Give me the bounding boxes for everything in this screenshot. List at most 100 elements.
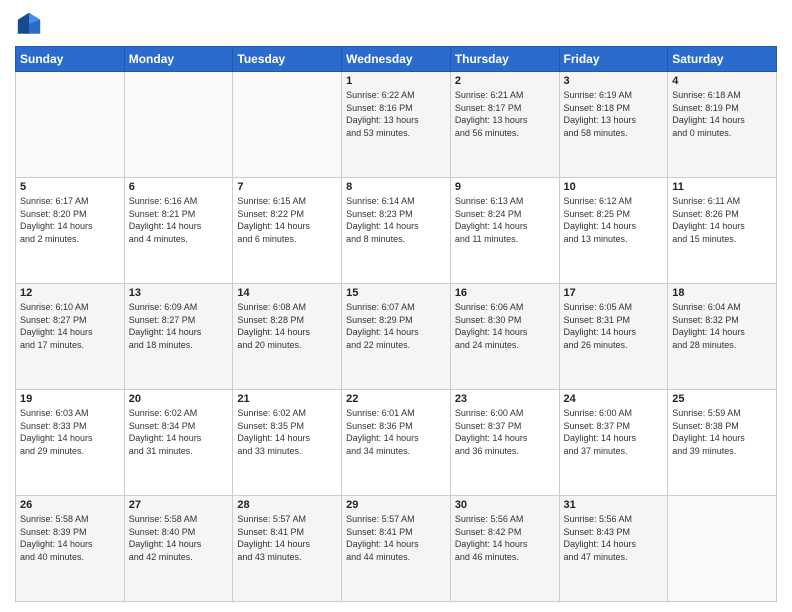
- logo-icon: [15, 10, 43, 38]
- day-number: 6: [129, 181, 229, 193]
- calendar-cell: [233, 72, 342, 178]
- calendar-cell: 29 Sunrise: 5:57 AMSunset: 8:41 PMDayligh…: [342, 496, 451, 602]
- day-info: Sunrise: 6:09 AMSunset: 8:27 PMDaylight:…: [129, 301, 229, 351]
- day-number: 3: [564, 75, 664, 87]
- day-number: 17: [564, 287, 664, 299]
- day-info: Sunrise: 6:06 AMSunset: 8:30 PMDaylight:…: [455, 301, 555, 351]
- calendar-header-sunday: Sunday: [16, 47, 125, 72]
- day-info: Sunrise: 6:22 AMSunset: 8:16 PMDaylight:…: [346, 89, 446, 139]
- day-info: Sunrise: 5:56 AMSunset: 8:43 PMDaylight:…: [564, 513, 664, 563]
- day-number: 19: [20, 393, 120, 405]
- day-number: 16: [455, 287, 555, 299]
- day-info: Sunrise: 5:57 AMSunset: 8:41 PMDaylight:…: [237, 513, 337, 563]
- day-number: 20: [129, 393, 229, 405]
- day-number: 12: [20, 287, 120, 299]
- day-info: Sunrise: 6:00 AMSunset: 8:37 PMDaylight:…: [455, 407, 555, 457]
- calendar-week-0: 1 Sunrise: 6:22 AMSunset: 8:16 PMDaylight…: [16, 72, 777, 178]
- logo: [15, 10, 47, 38]
- day-info: Sunrise: 6:02 AMSunset: 8:34 PMDaylight:…: [129, 407, 229, 457]
- calendar-header-monday: Monday: [124, 47, 233, 72]
- day-number: 27: [129, 499, 229, 511]
- calendar-header-thursday: Thursday: [450, 47, 559, 72]
- calendar-cell: 10 Sunrise: 6:12 AMSunset: 8:25 PMDayligh…: [559, 178, 668, 284]
- calendar-cell: 30Sunrise: 5:56 AMSunset: 8:42 PMDayligh…: [450, 496, 559, 602]
- calendar-cell: 25 Sunrise: 5:59 AMSunset: 8:38 PMDayligh…: [668, 390, 777, 496]
- calendar-cell: 15 Sunrise: 6:07 AMSunset: 8:29 PMDayligh…: [342, 284, 451, 390]
- calendar-week-3: 19 Sunrise: 6:03 AMSunset: 8:33 PMDayligh…: [16, 390, 777, 496]
- day-info: Sunrise: 5:57 AMSunset: 8:41 PMDaylight:…: [346, 513, 446, 563]
- day-number: 9: [455, 181, 555, 193]
- day-number: 26: [20, 499, 120, 511]
- calendar-cell: 7 Sunrise: 6:15 AMSunset: 8:22 PMDaylight…: [233, 178, 342, 284]
- calendar-header-row: SundayMondayTuesdayWednesdayThursdayFrid…: [16, 47, 777, 72]
- day-info: Sunrise: 6:16 AMSunset: 8:21 PMDaylight:…: [129, 195, 229, 245]
- calendar-cell: 2Sunrise: 6:21 AMSunset: 8:17 PMDaylight…: [450, 72, 559, 178]
- day-number: 13: [129, 287, 229, 299]
- day-number: 1: [346, 75, 446, 87]
- calendar-cell: 23 Sunrise: 6:00 AMSunset: 8:37 PMDayligh…: [450, 390, 559, 496]
- calendar-cell: 17 Sunrise: 6:05 AMSunset: 8:31 PMDayligh…: [559, 284, 668, 390]
- calendar-cell: 22 Sunrise: 6:01 AMSunset: 8:36 PMDayligh…: [342, 390, 451, 496]
- calendar-cell: 4Sunrise: 6:18 AMSunset: 8:19 PMDaylight…: [668, 72, 777, 178]
- calendar-header-tuesday: Tuesday: [233, 47, 342, 72]
- day-number: 30: [455, 499, 555, 511]
- day-info: Sunrise: 6:10 AMSunset: 8:27 PMDaylight:…: [20, 301, 120, 351]
- calendar-cell: 24 Sunrise: 6:00 AMSunset: 8:37 PMDayligh…: [559, 390, 668, 496]
- calendar-cell: 14Sunrise: 6:08 AMSunset: 8:28 PMDayligh…: [233, 284, 342, 390]
- day-info: Sunrise: 6:05 AMSunset: 8:31 PMDaylight:…: [564, 301, 664, 351]
- day-number: 29: [346, 499, 446, 511]
- day-info: Sunrise: 6:11 AMSunset: 8:26 PMDaylight:…: [672, 195, 772, 245]
- day-info: Sunrise: 5:58 AMSunset: 8:40 PMDaylight:…: [129, 513, 229, 563]
- day-info: Sunrise: 6:19 AMSunset: 8:18 PMDaylight:…: [564, 89, 664, 139]
- calendar-cell: 12 Sunrise: 6:10 AMSunset: 8:27 PMDayligh…: [16, 284, 125, 390]
- calendar-cell: 31Sunrise: 5:56 AMSunset: 8:43 PMDayligh…: [559, 496, 668, 602]
- calendar-cell: 21 Sunrise: 6:02 AMSunset: 8:35 PMDayligh…: [233, 390, 342, 496]
- day-number: 8: [346, 181, 446, 193]
- day-info: Sunrise: 6:01 AMSunset: 8:36 PMDaylight:…: [346, 407, 446, 457]
- day-number: 10: [564, 181, 664, 193]
- day-info: Sunrise: 5:59 AMSunset: 8:38 PMDaylight:…: [672, 407, 772, 457]
- day-info: Sunrise: 6:03 AMSunset: 8:33 PMDaylight:…: [20, 407, 120, 457]
- day-number: 5: [20, 181, 120, 193]
- day-info: Sunrise: 6:18 AMSunset: 8:19 PMDaylight:…: [672, 89, 772, 139]
- calendar-week-1: 5 Sunrise: 6:17 AMSunset: 8:20 PMDaylight…: [16, 178, 777, 284]
- day-info: Sunrise: 6:12 AMSunset: 8:25 PMDaylight:…: [564, 195, 664, 245]
- header: [15, 10, 777, 38]
- calendar-cell: 3 Sunrise: 6:19 AMSunset: 8:18 PMDaylight…: [559, 72, 668, 178]
- day-info: Sunrise: 6:04 AMSunset: 8:32 PMDaylight:…: [672, 301, 772, 351]
- calendar-cell: [124, 72, 233, 178]
- calendar-cell: 11 Sunrise: 6:11 AMSunset: 8:26 PMDayligh…: [668, 178, 777, 284]
- calendar-cell: 5 Sunrise: 6:17 AMSunset: 8:20 PMDaylight…: [16, 178, 125, 284]
- calendar-cell: 26 Sunrise: 5:58 AMSunset: 8:39 PMDayligh…: [16, 496, 125, 602]
- day-info: Sunrise: 6:07 AMSunset: 8:29 PMDaylight:…: [346, 301, 446, 351]
- day-info: Sunrise: 5:58 AMSunset: 8:39 PMDaylight:…: [20, 513, 120, 563]
- calendar-cell: 28Sunrise: 5:57 AMSunset: 8:41 PMDayligh…: [233, 496, 342, 602]
- day-number: 25: [672, 393, 772, 405]
- day-number: 18: [672, 287, 772, 299]
- day-info: Sunrise: 6:14 AMSunset: 8:23 PMDaylight:…: [346, 195, 446, 245]
- calendar-header-saturday: Saturday: [668, 47, 777, 72]
- calendar-cell: 1 Sunrise: 6:22 AMSunset: 8:16 PMDaylight…: [342, 72, 451, 178]
- day-number: 22: [346, 393, 446, 405]
- day-info: Sunrise: 6:00 AMSunset: 8:37 PMDaylight:…: [564, 407, 664, 457]
- day-info: Sunrise: 6:17 AMSunset: 8:20 PMDaylight:…: [20, 195, 120, 245]
- day-number: 21: [237, 393, 337, 405]
- calendar-header-friday: Friday: [559, 47, 668, 72]
- calendar-cell: 16 Sunrise: 6:06 AMSunset: 8:30 PMDayligh…: [450, 284, 559, 390]
- calendar-table: SundayMondayTuesdayWednesdayThursdayFrid…: [15, 46, 777, 602]
- calendar-cell: 6 Sunrise: 6:16 AMSunset: 8:21 PMDaylight…: [124, 178, 233, 284]
- day-info: Sunrise: 6:08 AMSunset: 8:28 PMDaylight:…: [237, 301, 337, 351]
- day-info: Sunrise: 6:15 AMSunset: 8:22 PMDaylight:…: [237, 195, 337, 245]
- calendar-cell: [16, 72, 125, 178]
- day-info: Sunrise: 6:02 AMSunset: 8:35 PMDaylight:…: [237, 407, 337, 457]
- day-number: 7: [237, 181, 337, 193]
- day-info: Sunrise: 6:21 AMSunset: 8:17 PMDaylight:…: [455, 89, 555, 139]
- day-number: 23: [455, 393, 555, 405]
- calendar-cell: 19 Sunrise: 6:03 AMSunset: 8:33 PMDayligh…: [16, 390, 125, 496]
- calendar-cell: 27 Sunrise: 5:58 AMSunset: 8:40 PMDayligh…: [124, 496, 233, 602]
- day-number: 11: [672, 181, 772, 193]
- calendar-cell: 8 Sunrise: 6:14 AMSunset: 8:23 PMDaylight…: [342, 178, 451, 284]
- calendar-week-4: 26 Sunrise: 5:58 AMSunset: 8:39 PMDayligh…: [16, 496, 777, 602]
- day-number: 24: [564, 393, 664, 405]
- day-number: 15: [346, 287, 446, 299]
